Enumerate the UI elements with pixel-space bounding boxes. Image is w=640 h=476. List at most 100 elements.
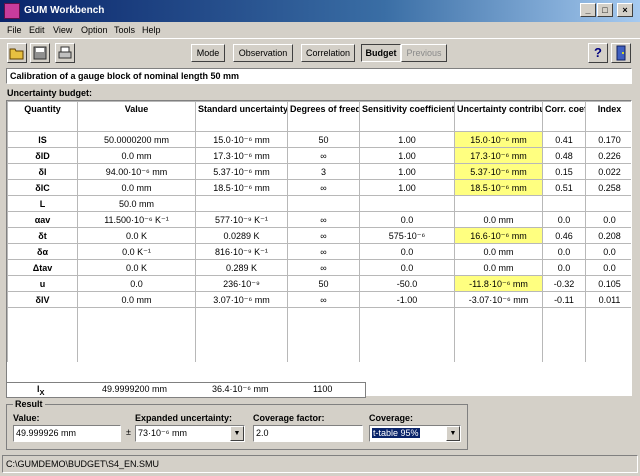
menu-option[interactable]: Option [81,25,108,35]
menu-edit[interactable]: Edit [29,25,45,35]
value-cell: 0.0 mm [77,179,196,196]
close-button[interactable]: × [617,3,633,17]
result-value-field[interactable]: 49.999926 mm [13,425,121,442]
quantity-cell: δα [7,243,78,260]
table-header-row: Quantity Value Standard uncertainty Degrees… [7,101,631,132]
coverage-factor-label: Coverage factor: [253,413,325,423]
index-cell: 0.105 [585,275,631,292]
sensitivity-cell: 1.00 [359,179,455,196]
result-group: Result Value: 49.999926 mm ± Expanded un… [6,399,468,450]
uncertainty-budget-table: Quantity Value Standard uncertainty Degrees… [6,100,632,396]
expanded-uncertainty-select[interactable]: 73·10⁻⁶ mm ▼ [135,425,245,442]
print-icon[interactable] [55,43,75,63]
index-cell: 0.170 [585,131,631,148]
sensitivity-cell: 0.0 [359,259,455,276]
column-header: Sensitivity coefficient [359,101,455,132]
table-row[interactable]: δl 94.00·10⁻⁶ mm 5.37·10⁻⁶ mm 3 1.00 5.37·10⁻… [7,163,631,180]
table-row[interactable]: δlD 0.0 mm 17.3·10⁻⁶ mm ∞ 1.00 17.3·10⁻⁶ mm 0.… [7,147,631,164]
table-row[interactable]: δt 0.0 K 0.0289 K ∞ 575·10⁻⁶ 16.6·10⁻⁶ mm 0.46… [7,227,631,244]
correlation-cell: 0.46 [542,227,586,244]
value-cell: 50.0000200 mm [77,131,196,148]
value-cell: 94.00·10⁻⁶ mm [77,163,196,180]
sensitivity-cell: -50.0 [359,275,455,292]
calibration-title-field[interactable]: Calibration of a gauge block of nominal … [6,68,632,84]
table-row[interactable]: L 50.0 mm [7,195,631,212]
table-row[interactable]: Δtav 0.0 K 0.289 K ∞ 0.0 0.0 mm 0.0 0.0 [7,259,631,276]
uncertainty-cell [195,195,288,212]
uncertainty-cell: 5.37·10⁻⁶ mm [195,163,288,180]
uncertainty-cell: 18.5·10⁻⁶ mm [195,179,288,196]
value-cell: 0.0 mm [77,147,196,164]
sensitivity-cell: 1.00 [359,163,455,180]
index-cell: 0.0 [585,259,631,276]
dof-cell: ∞ [287,179,360,196]
uncertainty-cell: 0.289 K [195,259,288,276]
save-disk-icon[interactable] [30,43,50,63]
value-cell: 0.0 [77,275,196,292]
menu-help[interactable]: Help [142,25,161,35]
coverage-value: t-table 95% [372,428,420,438]
table-row[interactable]: δlC 0.0 mm 18.5·10⁻⁶ mm ∞ 1.00 18.5·10⁻⁶ mm 0.… [7,179,631,196]
open-folder-icon[interactable] [7,43,27,63]
title-bar: GUM Workbench _ □ × [0,0,640,22]
table-row[interactable]: αav 11.500·10⁻⁶ K⁻¹ 577·10⁻⁹ K⁻¹ ∞ 0.0 0.0 mm… [7,211,631,228]
result-uncertainty: 36.4·10⁻⁶ mm [212,384,269,394]
table-row[interactable]: δlV 0.0 mm 3.07·10⁻⁶ mm ∞ -1.00 -3.07·10⁻⁶ mm… [7,291,631,308]
coverage-select[interactable]: t-table 95% ▼ [369,425,461,442]
menu-view[interactable]: View [53,25,72,35]
budget-button[interactable]: Budget [361,44,401,62]
maximize-button[interactable]: □ [597,3,613,17]
expanded-uncertainty-label: Expanded uncertainty: [135,413,233,423]
result-dof: 1100 [313,384,333,394]
uncertainty-cell: 3.07·10⁻⁶ mm [195,291,288,308]
exit-door-icon[interactable] [611,43,631,63]
dof-cell: 3 [287,163,360,180]
index-cell [585,195,631,212]
correlation-cell: 0.0 [542,211,586,228]
contribution-cell: 5.37·10⁻⁶ mm [454,163,543,180]
observation-button[interactable]: Observation [233,44,293,62]
table-row[interactable]: lS 50.0000200 mm 15.0·10⁻⁶ mm 50 1.00 15.0·10… [7,131,631,148]
contribution-cell: 18.5·10⁻⁶ mm [454,179,543,196]
app-icon [4,3,20,19]
menu-tools[interactable]: Tools [114,25,135,35]
value-label: Value: [13,413,40,423]
table-row[interactable]: u 0.0 236·10⁻⁹ 50 -50.0 -11.8·10⁻⁶ mm -0.32 0.1… [7,275,631,292]
chevron-down-icon[interactable]: ▼ [446,426,460,441]
previous-button[interactable]: Previous [401,44,447,62]
value-cell: 0.0 K [77,227,196,244]
sensitivity-cell: 1.00 [359,131,455,148]
minimize-button[interactable]: _ [580,3,596,17]
uncertainty-cell: 236·10⁻⁹ [195,275,288,292]
help-icon[interactable]: ? [588,43,608,63]
dof-cell: ∞ [287,227,360,244]
sensitivity-cell: 1.00 [359,147,455,164]
mode-button[interactable]: Mode [191,44,225,62]
correlation-cell: 0.15 [542,163,586,180]
column-header: Index [585,101,631,132]
chevron-down-icon[interactable]: ▼ [230,426,244,441]
correlation-button[interactable]: Correlation [301,44,355,62]
correlation-cell: 0.0 [542,259,586,276]
coverage-factor-field[interactable]: 2.0 [253,425,363,442]
quantity-cell: u [7,275,78,292]
value-cell: 0.0 K [77,259,196,276]
sensitivity-cell: -1.00 [359,291,455,308]
contribution-cell: 0.0 mm [454,259,543,276]
contribution-cell: 0.0 mm [454,211,543,228]
value-cell: 0.0 mm [77,291,196,308]
column-header: Degrees of freedom [287,101,360,132]
menu-file[interactable]: File [7,25,22,35]
dof-cell: ∞ [287,243,360,260]
index-cell: 0.011 [585,291,631,308]
result-quantity: lX [37,384,45,397]
column-header: Value [77,101,196,132]
contribution-cell: -3.07·10⁻⁶ mm [454,291,543,308]
table-row[interactable]: δα 0.0 K⁻¹ 816·10⁻⁹ K⁻¹ ∞ 0.0 0.0 mm 0.0 0.0 [7,243,631,260]
value-cell: 50.0 mm [77,195,196,212]
dof-cell: ∞ [287,259,360,276]
result-legend: Result [13,399,45,409]
quantity-cell: L [7,195,78,212]
index-cell: 0.022 [585,163,631,180]
contribution-cell: -11.8·10⁻⁶ mm [454,275,543,292]
